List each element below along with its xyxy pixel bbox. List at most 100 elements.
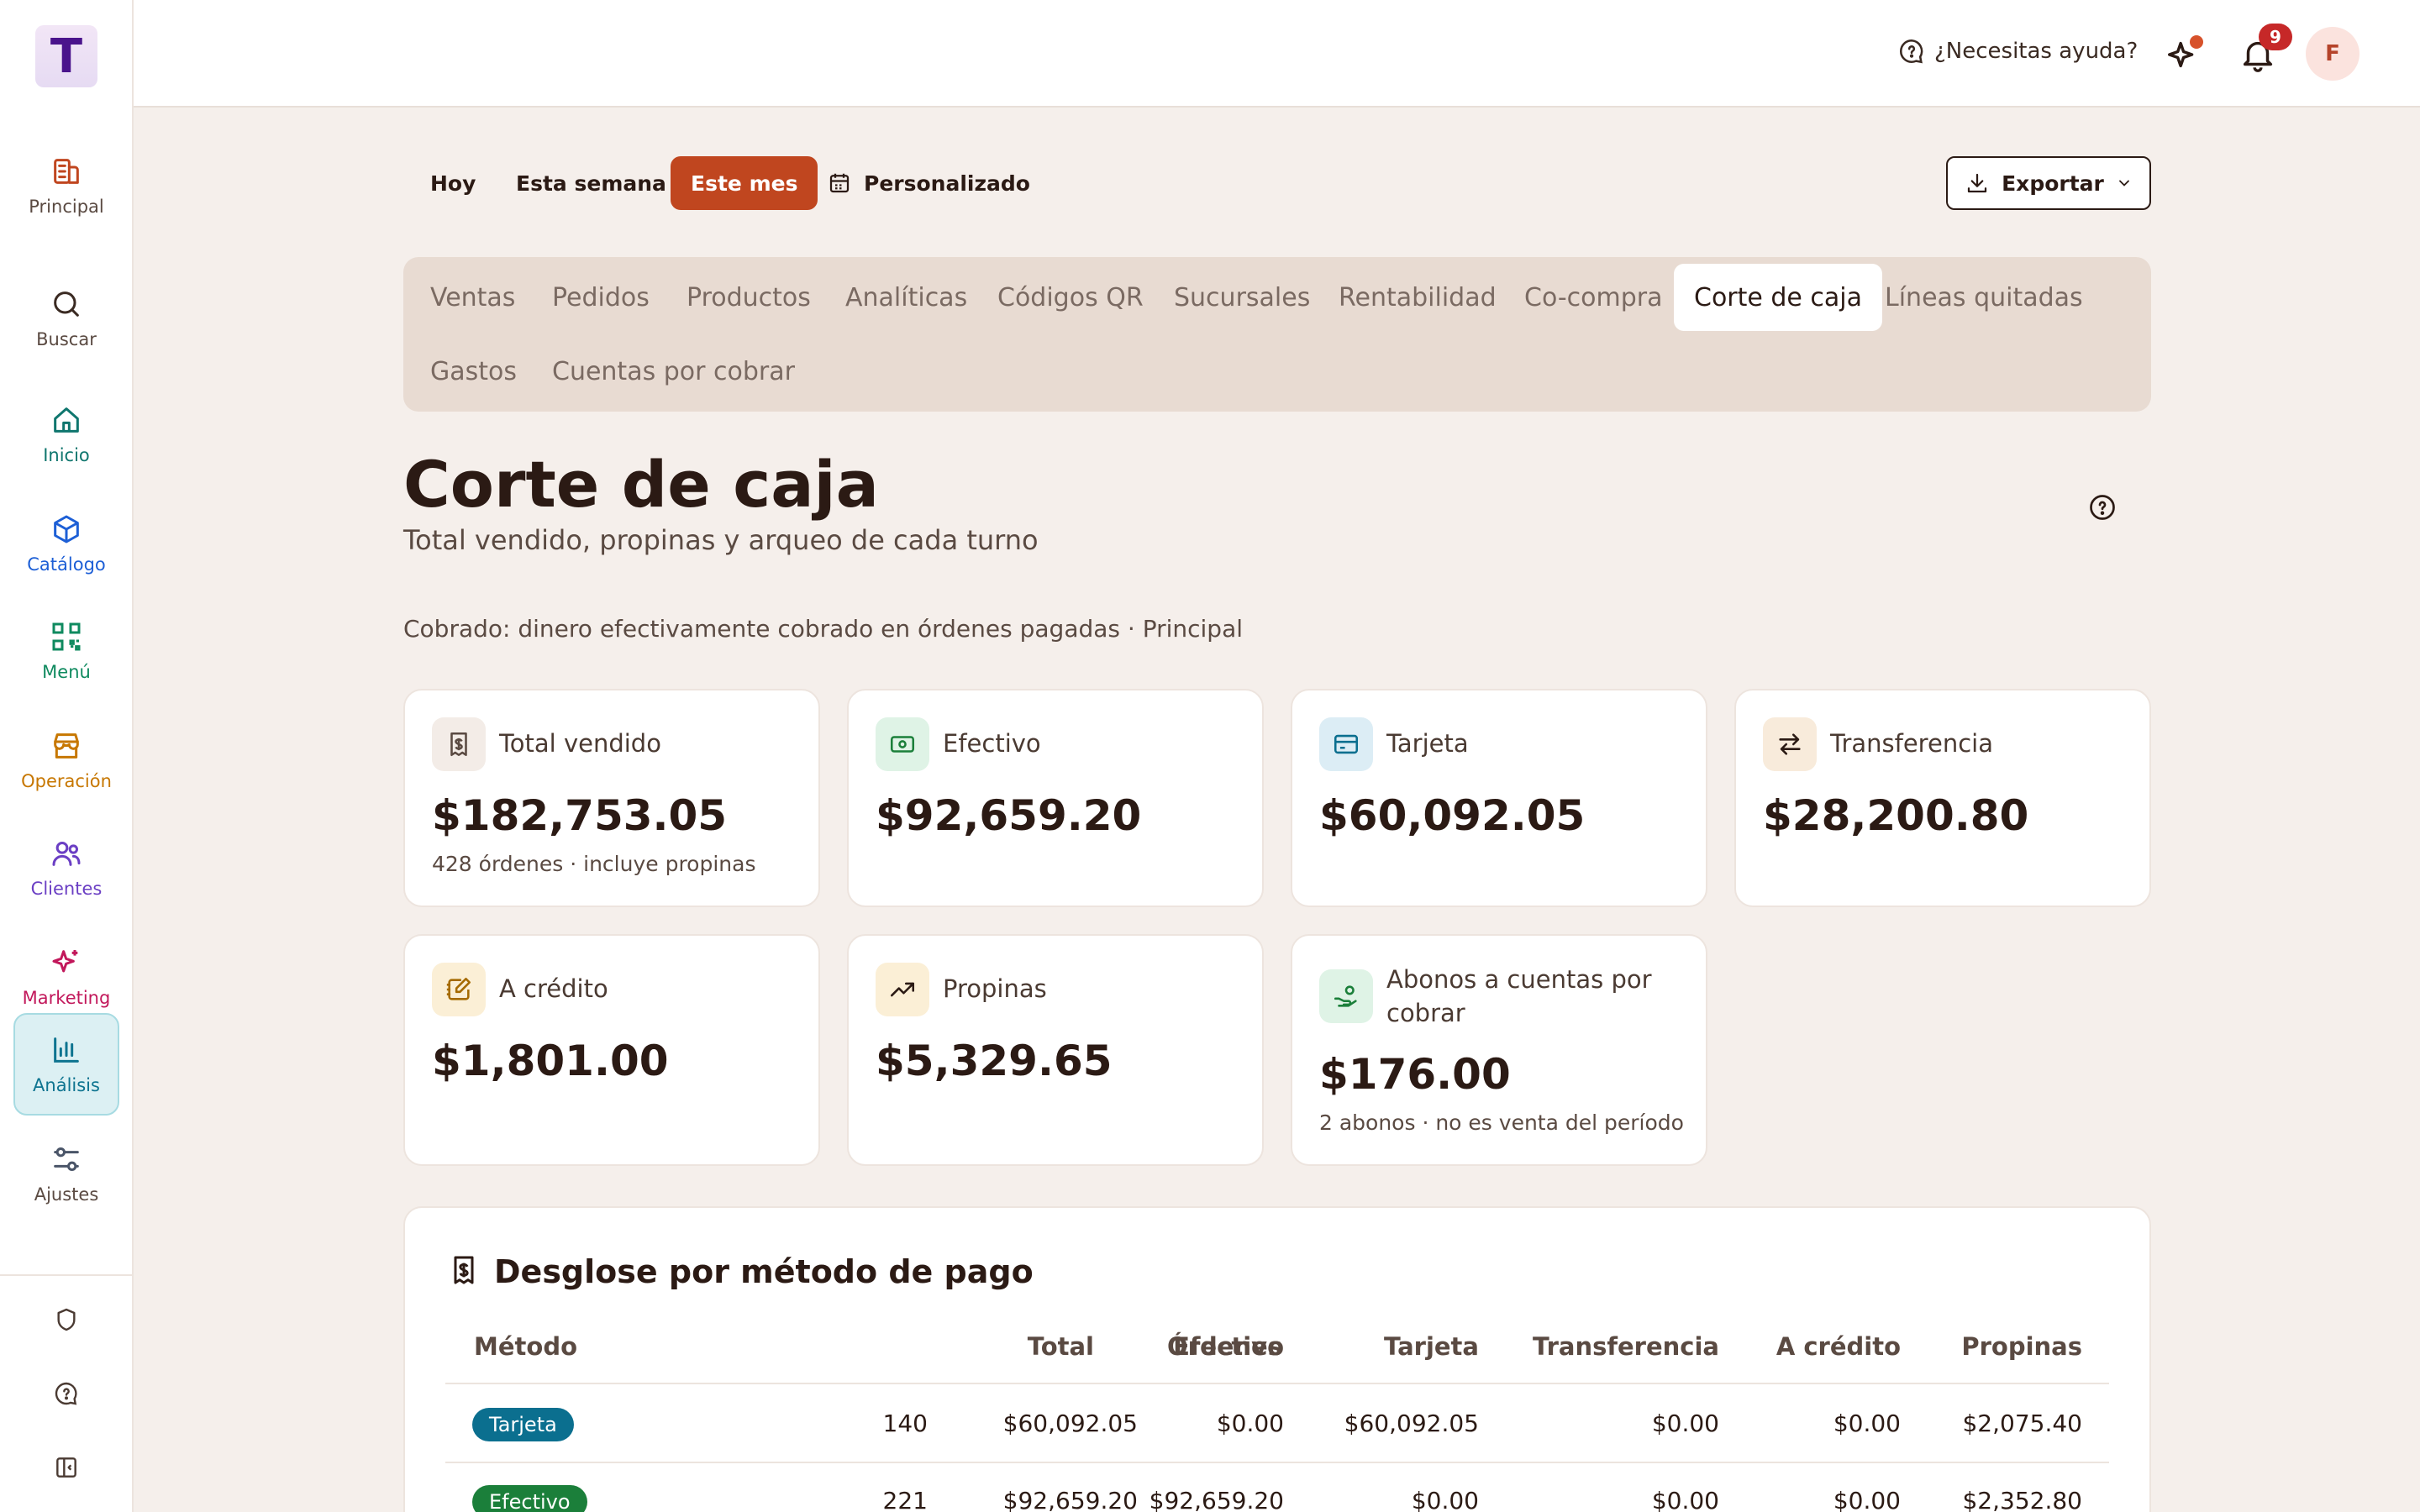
avatar[interactable]: F: [2306, 27, 2360, 81]
sidebar: T Principal Buscar Inicio Catálogo Menú …: [0, 0, 134, 1512]
tab-rentabilidad[interactable]: Rentabilidad: [1339, 264, 1497, 331]
card-efectivo: Efectivo $92,659.20: [847, 689, 1264, 907]
sidebar-item-buscar[interactable]: Buscar: [13, 267, 119, 370]
sidebar-item-inicio[interactable]: Inicio: [13, 383, 119, 486]
sidebar-item-label: Clientes: [30, 879, 103, 899]
help-circle-icon[interactable]: [2087, 492, 2118, 522]
column-header[interactable]: Propinas: [1961, 1332, 2082, 1361]
home-icon: [54, 407, 79, 433]
sidebar-item-clientes[interactable]: Clientes: [13, 816, 119, 919]
shield-icon: [57, 1308, 76, 1331]
breakdown-table-card: Desglose por método de pago Método Órden…: [403, 1206, 2151, 1512]
card-icon: [1319, 717, 1373, 771]
card-value: $60,092.05: [1319, 791, 1586, 840]
shield-button[interactable]: [50, 1304, 82, 1336]
qr-icon: [52, 622, 81, 651]
column-header[interactable]: A crédito: [1776, 1332, 1901, 1361]
sidebar-item-catalogo[interactable]: Catálogo: [13, 492, 119, 595]
column-header-label: Total: [1027, 1332, 1094, 1361]
tab-codigos-qr[interactable]: Códigos QR: [997, 264, 1144, 331]
sidebar-item-analisis[interactable]: Análisis: [13, 1013, 119, 1116]
notebook-pen-icon: [446, 977, 471, 1000]
cell-transfer: $0.00: [1651, 1410, 1719, 1437]
sidebar-item-menu[interactable]: Menú: [13, 600, 119, 702]
period-custom-label: Personalizado: [864, 171, 1030, 196]
tab-ventas[interactable]: Ventas: [430, 264, 515, 331]
download-icon: [1967, 173, 1987, 193]
card-title: Total vendido: [499, 729, 661, 758]
tab-analiticas[interactable]: Analíticas: [845, 264, 967, 331]
page-subtitle: Total vendido, propinas y arqueo de cada…: [403, 524, 1039, 556]
help-circle-icon: [1899, 39, 1923, 64]
cell-tips: $2,075.40: [1962, 1410, 2082, 1437]
tab-cuentas-por-cobrar[interactable]: Cuentas por cobrar: [552, 338, 795, 405]
cell-cash: $92,659.20: [1149, 1487, 1284, 1512]
calendar-icon: [829, 173, 850, 193]
page-title: Corte de caja: [403, 447, 879, 522]
period-custom[interactable]: Personalizado: [827, 156, 1030, 210]
card-value: $5,329.65: [876, 1037, 1113, 1085]
app-logo[interactable]: T: [35, 25, 97, 87]
sidebar-item-label: Principal: [29, 197, 104, 217]
building-icon: [54, 159, 79, 184]
period-month[interactable]: Este mes: [671, 156, 818, 210]
help-label: ¿Necesitas ayuda?: [1934, 39, 2139, 64]
card-title: A crédito: [499, 974, 608, 1003]
card-value: $176.00: [1319, 1050, 1511, 1099]
card-icon: [432, 963, 486, 1016]
table-divider: [445, 1462, 2109, 1463]
period-today[interactable]: Hoy: [430, 156, 476, 210]
column-header[interactable]: Método: [474, 1332, 577, 1361]
cell-credit: $0.00: [1833, 1487, 1901, 1512]
card-caption: 2 abonos · no es venta del período: [1319, 1110, 1684, 1135]
hand-coins-icon: [1334, 985, 1357, 1007]
method-badge: Tarjeta: [472, 1408, 574, 1441]
tab-pedidos[interactable]: Pedidos: [552, 264, 650, 331]
sidebar-item-principal[interactable]: Principal: [13, 134, 119, 237]
tab-productos[interactable]: Productos: [687, 264, 811, 331]
tab-corte-de-caja[interactable]: Corte de caja: [1674, 264, 1883, 331]
sidebar-item-operacion[interactable]: Operación: [13, 709, 119, 811]
column-header[interactable]: Efectivo: [1173, 1332, 1284, 1361]
period-week[interactable]: Esta semana: [516, 156, 666, 210]
receipt-icon: [454, 1256, 474, 1284]
ai-indicator-dot: [2190, 35, 2203, 49]
tab-co-compra[interactable]: Co-compra: [1524, 264, 1663, 331]
support-chat-button[interactable]: [50, 1378, 82, 1410]
tab-lineas-quitadas[interactable]: Líneas quitadas: [1885, 264, 2083, 331]
credit-card-icon: [1334, 734, 1359, 754]
logo-letter: T: [50, 29, 83, 84]
export-button[interactable]: Exportar: [1946, 156, 2151, 210]
card-transferencia: Transferencia $28,200.80: [1734, 689, 2151, 907]
tab-sucursales[interactable]: Sucursales: [1174, 264, 1310, 331]
sidebar-collapse-icon: [56, 1457, 76, 1478]
transfer-arrows-icon: [1779, 733, 1801, 755]
cell-total: $60,092.05: [1002, 1410, 1138, 1437]
column-header[interactable]: Total: [1028, 1332, 1094, 1361]
card-title: Tarjeta: [1386, 729, 1469, 758]
sparkles-icon: [52, 950, 78, 973]
card-value: $28,200.80: [1763, 791, 2029, 840]
cell-cash: $0.00: [1216, 1410, 1284, 1437]
column-header[interactable]: Transferencia: [1533, 1332, 1719, 1361]
sidebar-item-ajustes[interactable]: Ajustes: [13, 1122, 119, 1225]
bar-chart-icon: [54, 1037, 79, 1063]
users-icon: [52, 842, 81, 866]
sidebar-item-label: Análisis: [33, 1075, 100, 1095]
cell-card: $60,092.05: [1344, 1410, 1479, 1437]
help-link[interactable]: ¿Necesitas ayuda?: [1897, 37, 2138, 66]
search-icon: [54, 291, 79, 317]
sliders-icon: [54, 1147, 79, 1171]
card-icon: [876, 717, 929, 771]
card-title: Abonos a cuentas por cobrar: [1386, 965, 1652, 1027]
cell-credit: $0.00: [1833, 1410, 1901, 1437]
collapse-sidebar-button[interactable]: [50, 1452, 82, 1483]
cell-total: $92,659.20: [1002, 1487, 1138, 1512]
card-propinas: Propinas $5,329.65: [847, 934, 1264, 1166]
chevron-down-icon: [2118, 180, 2129, 186]
tab-gastos[interactable]: Gastos: [430, 338, 517, 405]
column-header[interactable]: Tarjeta: [1384, 1332, 1479, 1361]
card-icon: [1763, 717, 1817, 771]
card-value: $182,753.05: [432, 791, 728, 840]
box-icon: [54, 515, 79, 543]
